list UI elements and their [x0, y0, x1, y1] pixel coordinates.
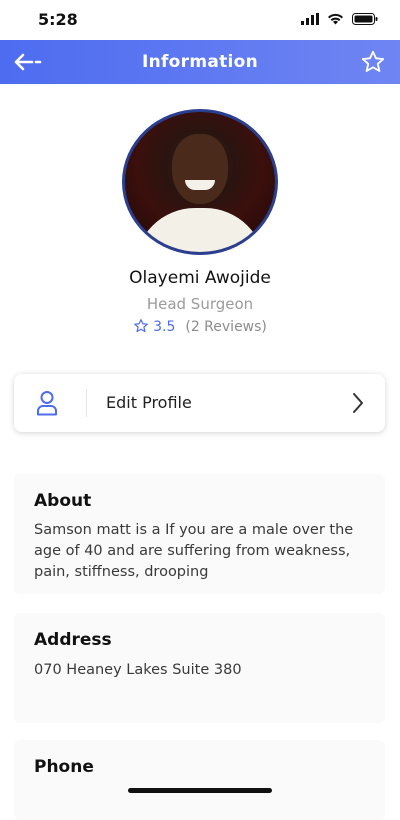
about-text: Samson matt is a If you are a male over …: [34, 522, 354, 580]
rating-star-icon: [134, 319, 148, 333]
about-title: About: [34, 491, 92, 511]
status-bar: 5:28: [0, 0, 400, 40]
battery-icon: [352, 13, 378, 25]
rating-value: 3.5: [153, 319, 176, 335]
about-section: About Samson matt is a If you are a male…: [14, 474, 385, 594]
status-time: 5:28: [38, 10, 78, 29]
address-section: Address 070 Heaney Lakes Suite 380: [14, 613, 385, 723]
home-indicator: [128, 788, 272, 793]
chevron-right-icon: [353, 393, 363, 413]
phone-section: Phone: [14, 740, 385, 820]
edit-profile-label: Edit Profile: [106, 393, 192, 412]
edit-divider: [86, 389, 87, 417]
signal-icon: [301, 13, 319, 25]
doctor-name: Olayemi Awojide: [129, 268, 271, 288]
app-header: Information: [0, 40, 400, 84]
doctor-role: Head Surgeon: [146, 295, 254, 313]
edit-profile-button[interactable]: Edit Profile: [14, 374, 385, 432]
favorite-button[interactable]: [360, 49, 386, 75]
phone-title: Phone: [34, 757, 94, 777]
avatar-face: [172, 134, 228, 204]
address-text: 070 Heaney Lakes Suite 380: [34, 662, 242, 678]
rating: 3.5 (2 Reviews): [0, 318, 400, 335]
avatar-image: [122, 109, 278, 255]
star-outline-icon: [361, 50, 385, 72]
address-title: Address: [34, 630, 112, 650]
status-icons: [301, 13, 378, 25]
user-icon: [37, 391, 57, 416]
wifi-icon: [328, 13, 343, 25]
review-count: (2 Reviews): [185, 319, 267, 335]
avatar-shirt: [135, 208, 265, 252]
page-title: Information: [141, 52, 259, 72]
avatar: [122, 109, 278, 255]
